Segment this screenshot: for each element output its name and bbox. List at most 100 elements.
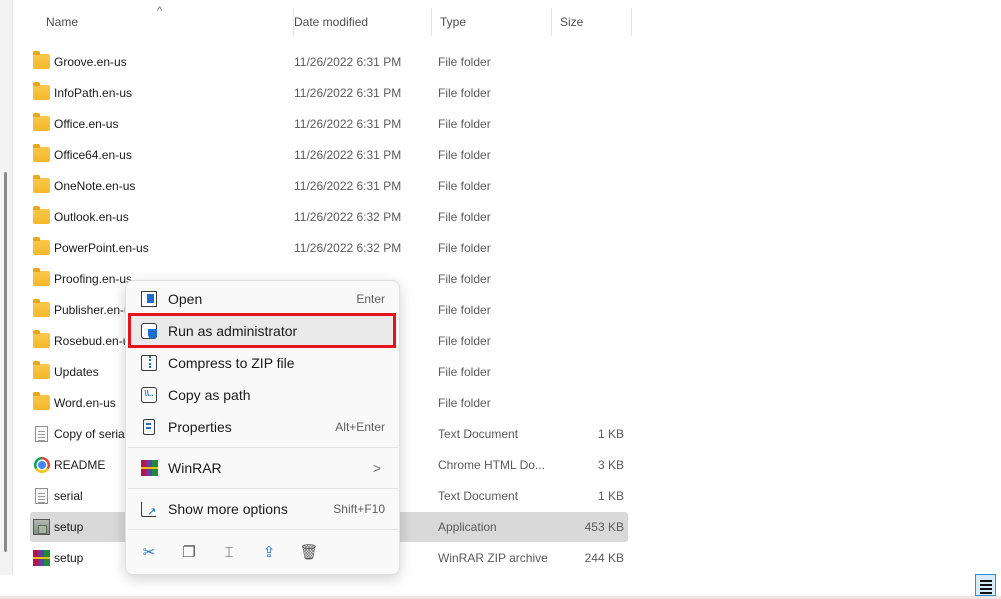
file-type: File folder	[438, 117, 491, 131]
file-name: Office.en-us	[54, 117, 119, 131]
file-type: Text Document	[438, 427, 519, 441]
text-document-icon	[35, 488, 48, 504]
column-type[interactable]: Type	[432, 8, 552, 36]
file-type: File folder	[438, 334, 491, 348]
winrar-icon	[141, 460, 158, 476]
column-name[interactable]: Name	[38, 8, 294, 36]
menu-item-shortcut: Enter	[356, 292, 385, 306]
file-type: File folder	[438, 365, 491, 379]
copy-path-icon: \\..	[141, 387, 157, 403]
folder-icon	[33, 51, 50, 69]
menu-item-label: Copy as path	[168, 387, 251, 403]
winrar-icon	[33, 550, 50, 566]
file-size: 1 KB	[597, 489, 624, 503]
folder-icon	[33, 175, 50, 193]
column-type-label: Type	[440, 15, 467, 29]
menu-item-label: Show more options	[168, 501, 288, 517]
open-icon	[141, 291, 157, 307]
copy-icon[interactable]: ❐	[178, 542, 200, 564]
folder-icon	[33, 361, 50, 379]
application-icon	[33, 519, 50, 535]
file-row[interactable]: Office.en-us 11/26/2022 6:31 PM File folde…	[30, 109, 628, 139]
folder-icon	[33, 113, 50, 131]
file-name: OneNote.en-us	[54, 179, 136, 193]
menu-item-winrar[interactable]: WinRAR >	[130, 453, 395, 483]
delete-icon[interactable]: 🗑	[298, 542, 320, 564]
show-more-icon	[141, 497, 157, 527]
file-date: 11/26/2022 6:31 PM	[294, 117, 402, 131]
file-name: Groove.en-us	[54, 55, 127, 69]
file-row[interactable]: PowerPoint.en-us 11/26/2022 6:32 PM File f…	[30, 233, 628, 263]
share-icon[interactable]: ⇪	[258, 542, 280, 564]
file-type: File folder	[438, 86, 491, 100]
folder-icon	[33, 237, 50, 255]
text-document-icon	[35, 426, 48, 442]
menu-item-shortcut: Alt+Enter	[335, 420, 385, 434]
shield-icon	[141, 323, 157, 339]
file-row[interactable]: Outlook.en-us 11/26/2022 6:32 PM File fold…	[30, 202, 628, 232]
file-type: File folder	[438, 55, 491, 69]
cut-icon[interactable]: ✂	[138, 542, 160, 564]
file-type: File folder	[438, 241, 491, 255]
menu-separator	[128, 488, 398, 489]
file-type: WinRAR ZIP archive	[438, 551, 548, 565]
context-menu-toolbar: ✂ ❐ ⌶ ⇪ 🗑	[134, 538, 394, 568]
file-type: File folder	[438, 396, 491, 410]
file-row[interactable]: OneNote.en-us 11/26/2022 6:31 PM File fold…	[30, 171, 628, 201]
menu-item-copy-as-path[interactable]: \\.. Copy as path	[130, 380, 395, 410]
folder-icon	[33, 144, 50, 162]
file-date: 11/26/2022 6:31 PM	[294, 179, 402, 193]
file-type: Chrome HTML Do...	[438, 458, 545, 472]
file-date: 11/26/2022 6:31 PM	[294, 148, 402, 162]
column-size[interactable]: Size	[552, 8, 632, 36]
zip-folder-icon	[141, 355, 157, 371]
menu-separator	[128, 529, 398, 530]
file-row[interactable]: Groove.en-us 11/26/2022 6:31 PM File folde…	[30, 47, 628, 77]
rename-icon[interactable]: ⌶	[218, 542, 240, 564]
menu-item-show-more-options[interactable]: Show more options Shift+F10	[130, 494, 395, 527]
folder-icon	[33, 392, 50, 410]
menu-item-label: Open	[168, 291, 203, 307]
column-date-label: Date modified	[294, 15, 369, 29]
menu-item-label: Compress to ZIP file	[168, 355, 295, 371]
menu-item-properties[interactable]: Properties Alt+Enter	[130, 412, 395, 442]
folder-icon	[33, 268, 50, 286]
column-size-label: Size	[560, 15, 584, 29]
sort-ascending-icon: ^	[157, 5, 163, 17]
menu-item-compress-zip[interactable]: Compress to ZIP file	[130, 348, 395, 378]
file-row[interactable]: Office64.en-us 11/26/2022 6:31 PM File fol…	[30, 140, 628, 170]
file-name: Outlook.en-us	[54, 210, 129, 224]
file-type: File folder	[438, 179, 491, 193]
file-name: InfoPath.en-us	[54, 86, 133, 100]
file-size: 244 KB	[584, 551, 624, 565]
menu-item-run-as-administrator[interactable]: Run as administrator	[130, 316, 395, 346]
file-size: 3 KB	[597, 458, 624, 472]
file-row[interactable]: InfoPath.en-us 11/26/2022 6:31 PM File fol…	[30, 78, 628, 108]
file-type: File folder	[438, 210, 491, 224]
file-date: 11/26/2022 6:32 PM	[294, 210, 402, 224]
list-icon-line	[980, 584, 992, 586]
list-icon-line	[980, 588, 992, 590]
file-type: File folder	[438, 272, 491, 286]
details-view-button[interactable]	[975, 574, 996, 596]
folder-icon	[33, 82, 50, 100]
file-type: Text Document	[438, 489, 519, 503]
navigation-scrollbar[interactable]	[4, 172, 7, 552]
properties-icon	[143, 419, 155, 435]
context-menu: Open Enter Run as administrator Compress…	[125, 280, 400, 575]
menu-item-shortcut: Shift+F10	[333, 502, 385, 516]
menu-separator	[128, 447, 398, 448]
column-header: Name ^ Date modified Type Size	[30, 5, 632, 38]
file-name: Office64.en-us	[54, 148, 132, 162]
folder-icon	[33, 330, 50, 348]
chevron-right-icon: >	[372, 460, 381, 476]
file-size: 453 KB	[584, 520, 624, 534]
file-type: File folder	[438, 148, 491, 162]
chrome-icon	[34, 457, 50, 473]
file-date: 11/26/2022 6:31 PM	[294, 86, 402, 100]
menu-item-open[interactable]: Open Enter	[130, 284, 395, 314]
file-date: 11/26/2022 6:31 PM	[294, 55, 402, 69]
list-icon	[980, 580, 992, 582]
file-type: Application	[438, 520, 497, 534]
column-date-modified[interactable]: Date modified	[286, 8, 432, 36]
